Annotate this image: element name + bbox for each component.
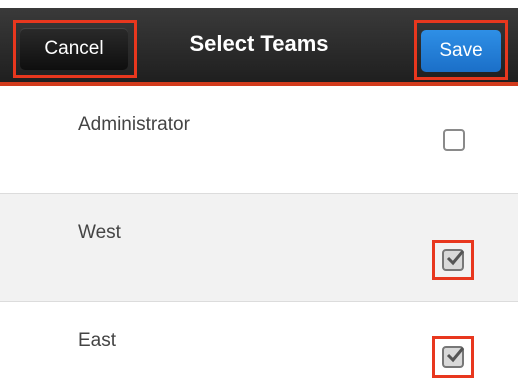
checkbox-east[interactable]: [442, 346, 465, 368]
cancel-button[interactable]: Cancel: [20, 28, 128, 70]
list-item-label: West: [78, 222, 121, 243]
checkmark-icon: [446, 347, 465, 363]
list-item-label: Administrator: [78, 114, 190, 135]
list-item-east[interactable]: East: [0, 302, 518, 378]
top-strip: [0, 0, 518, 8]
list-item-administrator[interactable]: Administrator: [0, 86, 518, 194]
checkmark-icon: [446, 250, 465, 266]
checkbox-west[interactable]: [442, 249, 465, 271]
list-item-label: East: [78, 330, 117, 351]
save-button[interactable]: Save: [421, 30, 501, 72]
navbar: Select Teams Cancel Save: [0, 8, 518, 86]
team-list: Administrator West East: [0, 86, 518, 378]
list-item-west[interactable]: West: [0, 194, 518, 302]
checkbox-administrator[interactable]: [443, 129, 465, 151]
